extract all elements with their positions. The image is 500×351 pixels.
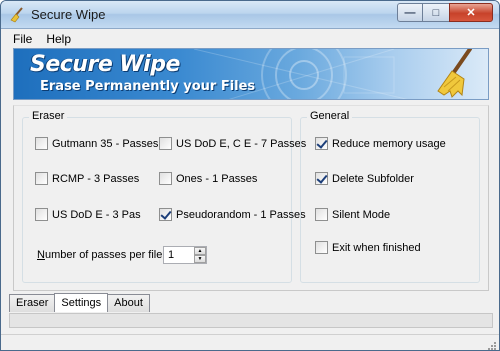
maximize-icon: □	[432, 6, 440, 19]
us-dod-3-checkbox[interactable]	[35, 208, 48, 221]
settings-panel: Eraser Gutmann 35 - Passes US DoD E, C E…	[13, 105, 489, 291]
exit-when-finished-label: Exit when finished	[332, 241, 421, 254]
progress-bar	[9, 313, 493, 328]
gutmann-checkbox[interactable]	[35, 137, 48, 150]
close-button[interactable]: ✕	[449, 3, 493, 22]
tab-strip: Eraser Settings About	[9, 293, 150, 313]
reduce-memory-label: Reduce memory usage	[332, 137, 446, 150]
us-dod-7-checkbox[interactable]	[159, 137, 172, 150]
passes-stepper[interactable]: 1 ▲ ▼	[163, 246, 207, 264]
option-delete-subfolder[interactable]: Delete Subfolder	[315, 172, 414, 185]
menu-help[interactable]: Help	[39, 32, 78, 46]
broom-icon	[430, 49, 478, 99]
option-silent-mode[interactable]: Silent Mode	[315, 208, 390, 221]
pseudorandom-checkbox[interactable]	[159, 208, 172, 221]
option-rcmp[interactable]: RCMP - 3 Passes	[35, 172, 139, 185]
menu-bar: File Help	[1, 29, 499, 48]
stepper-up-button[interactable]: ▲	[194, 247, 206, 255]
passes-value[interactable]: 1	[168, 249, 174, 261]
minimize-button[interactable]: —	[397, 3, 423, 22]
eraser-group: Eraser Gutmann 35 - Passes US DoD E, C E…	[22, 110, 306, 283]
passes-label-text: umber of passes per file:	[44, 249, 166, 261]
banner-subtitle: Erase Permanently your Files	[40, 79, 256, 94]
passes-label-mnemonic: N	[37, 249, 45, 261]
arrow-down-icon: ▼	[197, 255, 203, 262]
header-banner: Secure Wipe Erase Permanently your Files	[13, 48, 489, 100]
option-reduce-memory[interactable]: Reduce memory usage	[315, 137, 446, 150]
delete-subfolder-label: Delete Subfolder	[332, 172, 414, 185]
option-pseudorandom[interactable]: Pseudorandom - 1 Passes	[159, 208, 306, 221]
minimize-icon: —	[404, 6, 416, 19]
maximize-button[interactable]: □	[423, 3, 449, 22]
exit-when-finished-checkbox[interactable]	[315, 241, 328, 254]
gutmann-label: Gutmann 35 - Passes	[52, 137, 159, 150]
passes-per-file-label: Number of passes per file:	[37, 249, 165, 261]
app-window: Secure Wipe — □ ✕ File Help Secure Wipe	[0, 0, 500, 351]
general-group-title: General	[307, 110, 353, 122]
title-bar[interactable]: Secure Wipe — □ ✕	[1, 1, 499, 29]
us-dod-7-label: US DoD E, C E - 7 Passes	[176, 137, 307, 150]
us-dod-3-label: US DoD E - 3 Pas	[52, 208, 141, 221]
tab-eraser[interactable]: Eraser	[9, 294, 56, 312]
tab-about[interactable]: About	[107, 294, 150, 312]
tab-settings[interactable]: Settings	[54, 293, 109, 312]
rcmp-label: RCMP - 3 Passes	[52, 172, 140, 185]
option-ones[interactable]: Ones - 1 Passes	[159, 172, 257, 185]
close-icon: ✕	[466, 7, 476, 19]
silent-mode-label: Silent Mode	[332, 208, 391, 221]
window-controls: — □ ✕	[397, 3, 493, 23]
status-bar	[1, 334, 499, 350]
eraser-group-title: Eraser	[29, 110, 68, 122]
stepper-down-button[interactable]: ▼	[194, 255, 206, 263]
ones-checkbox[interactable]	[159, 172, 172, 185]
banner-title: Secure Wipe	[30, 52, 180, 77]
pseudorandom-label: Pseudorandom - 1 Passes	[176, 208, 306, 221]
broom-icon	[9, 7, 25, 23]
general-group: General Reduce memory usage Delete Subfo…	[300, 110, 480, 283]
delete-subfolder-checkbox[interactable]	[315, 172, 328, 185]
reduce-memory-checkbox[interactable]	[315, 137, 328, 150]
option-us-dod-7[interactable]: US DoD E, C E - 7 Passes	[159, 137, 306, 150]
window-title: Secure Wipe	[31, 7, 106, 22]
rcmp-checkbox[interactable]	[35, 172, 48, 185]
option-gutmann[interactable]: Gutmann 35 - Passes	[35, 137, 158, 150]
ones-label: Ones - 1 Passes	[176, 172, 258, 185]
option-exit-when-finished[interactable]: Exit when finished	[315, 241, 421, 254]
resize-grip-icon[interactable]	[487, 340, 497, 350]
arrow-up-icon: ▲	[197, 247, 203, 254]
stepper-buttons: ▲ ▼	[194, 247, 206, 263]
silent-mode-checkbox[interactable]	[315, 208, 328, 221]
option-us-dod-3[interactable]: US DoD E - 3 Pas	[35, 208, 141, 221]
menu-file[interactable]: File	[1, 32, 39, 46]
